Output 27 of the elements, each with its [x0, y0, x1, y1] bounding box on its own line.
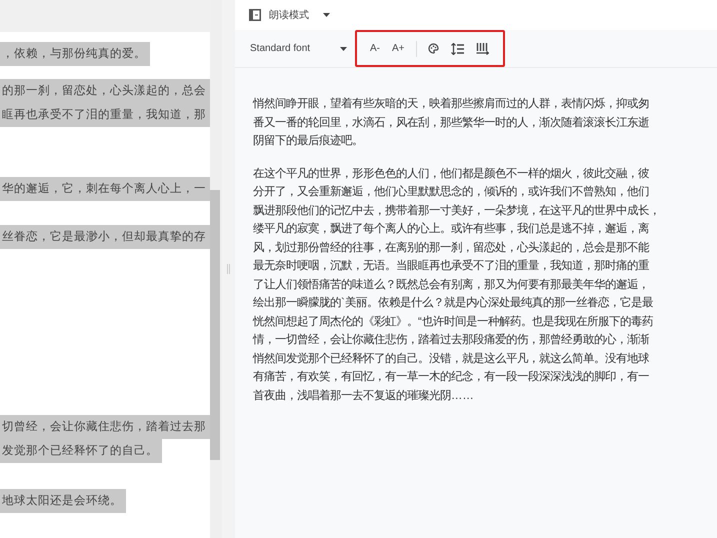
- text-line: 最无奈时哽咽，沉默，无语。当眼眶再也承受不了泪的重量，我知道，那时痛的重: [253, 258, 649, 274]
- scrollbar-thumb[interactable]: [210, 190, 220, 460]
- text-line: 有痛苦，有欢笑，有回忆，有一草一木的纪念，有一段一段深深浅浅的脚印，有一: [253, 370, 649, 385]
- caret-icon: [340, 46, 347, 50]
- text-line: 恍然间想起了周杰伦的《彩虹》。“也许时间是一种解药。也是我现在所服下的毒药: [253, 314, 653, 330]
- font-size-button[interactable]: A+: [389, 41, 408, 56]
- font-size-button[interactable]: A-: [367, 41, 383, 56]
- text-line: 在这个平凡的世界，形形色色的人们，他们都是颜色不一样的烟火，彼此交融，彼: [253, 166, 649, 182]
- palette-icon[interactable]: [428, 43, 439, 54]
- font-select[interactable]: Standard font: [235, 41, 355, 56]
- text-line: 番又一番的轮回里，水滴石，风在刮，那些繁华一时的人，渐次随着滚滚长江东逝: [253, 115, 649, 130]
- letter-spacing-icon[interactable]: [476, 42, 489, 55]
- text-line: 分开了，又会重新邂逅，他们心里默默思念的，倾诉的，或许我们不曾熟知，他们: [253, 184, 649, 200]
- text-line: 情，一切曾经，会让你藏住悲伤，踏着过去那段痛爱的伤，那曾经勇敢的心，渐渐: [253, 332, 649, 348]
- text-line: 了让人们领悟痛苦的味道么？既然总会有别离，那又为何要有那最美年华的邂逅，: [253, 277, 649, 292]
- text-line: 飘进那段他们的记忆中去，携带着那一寸美好，一朵梦境，在这平凡的世界中成长，: [253, 203, 660, 218]
- line-spacing-icon[interactable]: [450, 42, 464, 54]
- text-line: 阴留下的最后痕迹吧。: [253, 133, 363, 149]
- mode-label[interactable]: 朗读模式: [269, 8, 309, 22]
- book-icon: [249, 9, 261, 21]
- text-line: 悄然间发觉那个已经释怀了的自己。没错，就是这么平凡，就这么简单。没有地球: [253, 351, 649, 366]
- text-line: 绘出那一瞬朦胧的`美丽。依赖是什么？就是内心深处最纯真的那一丝眷恋，它是最: [253, 295, 653, 311]
- text-line: 首夜曲，浅唱着那一去不复返的璀璨光阴……: [253, 388, 474, 404]
- text-line: 缕平凡的寂寞，飘进了每个离人的心上。或许有些事，我们总是逃不掉，邂逅，离: [253, 221, 649, 237]
- caret-icon[interactable]: [323, 13, 330, 17]
- text-line: 风，划过那份曾经的往事，在离别的那一刹，留恋处，心头漾起的，总会是那不能: [253, 240, 649, 256]
- text-line: 悄然间睁开眼，望着有些灰暗的天，映着那些擦肩而过的人群，表情闪烁，抑或匆: [253, 96, 649, 112]
